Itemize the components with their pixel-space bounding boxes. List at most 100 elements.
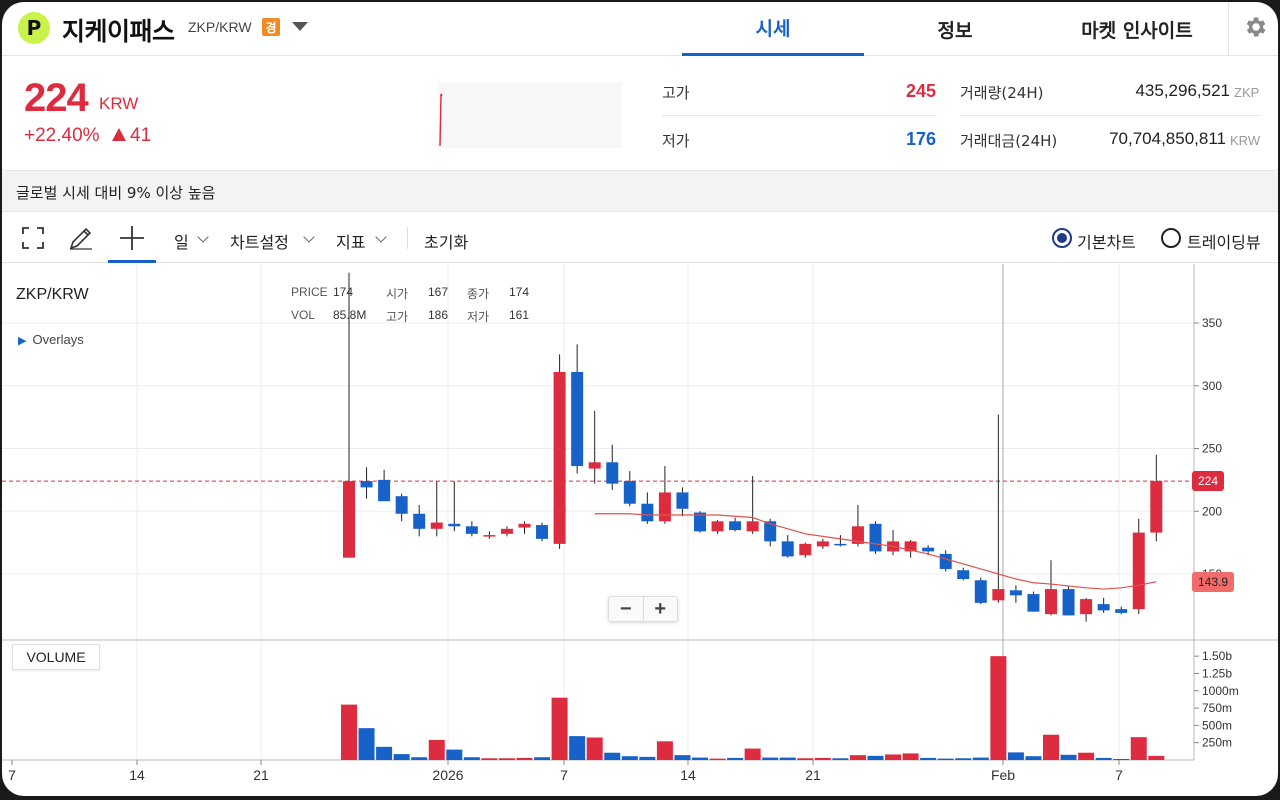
moving-average-tag: 143.9: [1192, 571, 1235, 592]
volume-bar: [744, 748, 761, 760]
candle-body: [729, 521, 742, 531]
ohlc-close-value: 174: [509, 285, 530, 299]
volume-bar: [814, 757, 831, 760]
volume-24h-value: 435,296,521: [1135, 81, 1230, 100]
candle-body: [343, 481, 355, 558]
candle-body: [413, 513, 426, 529]
current-price: 224: [24, 76, 89, 120]
chevron-down-icon[interactable]: [197, 231, 209, 243]
radio-tradingview-label[interactable]: 트레이딩뷰: [1187, 229, 1261, 253]
active-tool-indicator: [108, 260, 156, 263]
candle-body: [992, 589, 1005, 601]
volume-bar: [990, 656, 1007, 760]
volume-bar: [867, 755, 884, 760]
candle-body: [553, 371, 566, 544]
volume-bar: [902, 753, 919, 760]
reset-button[interactable]: 초기화: [424, 229, 468, 253]
candle-body: [1150, 481, 1163, 533]
volume-axis-label: 500m: [1202, 718, 1232, 732]
candle-body: [1115, 609, 1128, 613]
volume-bar: [1078, 752, 1095, 760]
indicators-button[interactable]: 지표: [336, 229, 365, 253]
amount-24h-value: 70,704,850,811: [1109, 129, 1226, 148]
warning-badge: 경: [262, 18, 280, 36]
time-axis-label: 2026: [432, 767, 463, 783]
pencil-icon[interactable]: [66, 223, 96, 253]
candle-body: [465, 526, 478, 534]
time-axis-label: 14: [129, 767, 145, 783]
candle-body: [974, 580, 987, 603]
coin-dropdown-icon[interactable]: [292, 22, 308, 31]
radio-basic-chart-label[interactable]: 기본차트: [1077, 229, 1136, 253]
tab-price[interactable]: 시세: [682, 2, 864, 56]
candle-body: [1027, 594, 1040, 612]
candlestick-chart[interactable]: 150200250300350250m500m750m1000m1.25b1.5…: [2, 264, 1278, 796]
candle-body: [869, 523, 882, 552]
zoom-control: − +: [608, 596, 678, 622]
price-axis-label: 200: [1202, 504, 1222, 518]
candle-body: [641, 503, 654, 522]
volume-axis-label: 1000m: [1202, 684, 1239, 698]
candle-body: [816, 541, 829, 547]
coin-logo: P: [18, 12, 50, 44]
fullscreen-icon[interactable]: [18, 223, 48, 253]
radio-basic-chart[interactable]: [1052, 228, 1072, 248]
change-percent: +22.40%: [24, 125, 100, 146]
volume-bar: [376, 746, 393, 760]
crosshair-icon[interactable]: [117, 223, 147, 253]
volume-bar: [446, 749, 463, 760]
ohlc-price-label: PRICE: [291, 285, 328, 299]
price-axis-label: 350: [1202, 316, 1222, 330]
candle-body: [500, 528, 513, 534]
ohlc-high-value: 186: [428, 308, 449, 322]
ohlc-open-value: 167: [428, 285, 449, 299]
high-value: 245: [905, 81, 936, 101]
zoom-in-button[interactable]: +: [642, 597, 678, 621]
zoom-out-button[interactable]: −: [609, 597, 643, 621]
volume-panel-label: VOLUME: [12, 644, 100, 670]
volume-bar: [639, 756, 656, 760]
candle-body: [1062, 589, 1075, 616]
price-notice-bar: 글로벌 시세 대비 9% 이상 높음: [2, 170, 1278, 212]
chart-toolbar: 일 차트설정 지표 초기화 기본차트 트레이딩뷰: [2, 213, 1278, 263]
ohlc-open-label: 시가: [386, 287, 409, 301]
candle-body: [571, 371, 584, 467]
radio-tradingview[interactable]: [1161, 228, 1181, 248]
candle-body: [606, 462, 619, 484]
stat-divider: [662, 115, 936, 116]
trading-pair: ZKP/KRW: [188, 19, 252, 35]
chart-settings-button[interactable]: 차트설정: [230, 229, 289, 253]
volume-bar: [621, 756, 638, 760]
price-chart[interactable]: 150200250300350250m500m750m1000m1.25b1.5…: [2, 264, 1278, 796]
candle-body: [922, 547, 935, 552]
tab-info[interactable]: 정보: [864, 2, 1046, 56]
volume-bar: [762, 757, 779, 760]
candle-body: [483, 535, 496, 537]
price-notice-text: 글로벌 시세 대비 9% 이상 높음: [16, 184, 216, 202]
candle-body: [1097, 604, 1110, 611]
current-price-tag: 224: [1192, 471, 1225, 492]
volume-axis-label: 1.50b: [1202, 649, 1232, 663]
volume-bar: [586, 737, 603, 760]
tab-market-insight[interactable]: 마켓 인사이트: [1046, 2, 1228, 56]
time-axis-label: 7: [1115, 767, 1123, 783]
candle-body: [588, 462, 601, 469]
volume-bar: [604, 752, 621, 760]
candle-body: [1045, 589, 1057, 615]
time-axis-label: Feb: [991, 767, 1015, 783]
volume-bar: [955, 758, 972, 760]
chevron-down-icon[interactable]: [375, 231, 387, 243]
candle-body: [430, 522, 443, 529]
stat-divider: [960, 115, 1260, 116]
header-divider: [1228, 2, 1229, 56]
volume-bar: [920, 757, 937, 760]
time-axis-label: 7: [560, 767, 568, 783]
coin-name[interactable]: 지케이패스: [62, 12, 175, 48]
chevron-down-icon[interactable]: [303, 231, 315, 243]
gear-icon[interactable]: [1242, 14, 1268, 40]
overlays-toggle[interactable]: ▶ Overlays: [18, 332, 84, 347]
price-axis-label: 250: [1202, 442, 1222, 456]
interval-select[interactable]: 일: [174, 229, 189, 253]
candle-body: [939, 553, 952, 569]
volume-bar: [849, 755, 866, 760]
